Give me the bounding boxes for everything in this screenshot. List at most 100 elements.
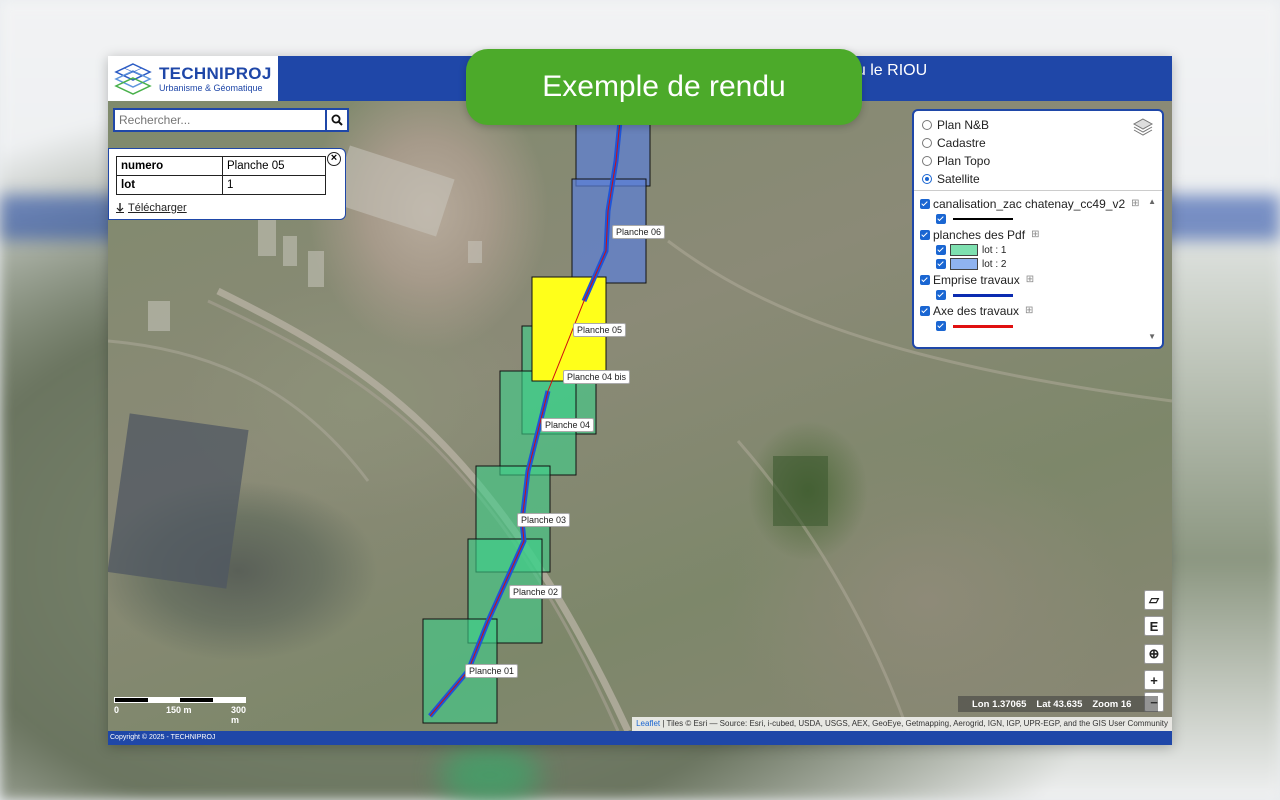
checkbox[interactable] <box>936 259 946 269</box>
planche-label[interactable]: Planche 02 <box>509 585 563 599</box>
settings-icon[interactable]: ⊞ <box>1031 229 1039 240</box>
radio-button[interactable] <box>922 138 932 148</box>
base-layer-label: Satellite <box>937 172 980 186</box>
legend-label: lot : 1 <box>982 244 1007 256</box>
settings-icon[interactable]: ⊞ <box>1131 198 1139 209</box>
search-input[interactable] <box>113 108 325 132</box>
scale-bar: 0 150 m 300 m <box>114 697 246 725</box>
checkbox[interactable] <box>936 245 946 255</box>
map-attribution: Leaflet | Tiles © Esri — Source: Esri, i… <box>632 717 1172 731</box>
feature-info-popup: numero Planche 05 lot 1 × Télécharger <box>108 148 346 220</box>
layers-icon[interactable] <box>1132 117 1154 137</box>
overlay-label: canalisation_zac chatenay_cc49_v2 <box>933 196 1126 211</box>
map-view[interactable]: Planche 06 Planche 05 Planche 04 bis Pla… <box>108 101 1172 731</box>
lat-label: Lat <box>1036 698 1051 710</box>
overlay-planches[interactable]: planches des Pdf ⊞ <box>920 226 1144 243</box>
checkbox[interactable] <box>936 214 946 224</box>
overlay-label: planches des Pdf <box>933 227 1026 242</box>
planche-label[interactable]: Planche 04 <box>541 418 595 432</box>
base-layer-label: Plan N&B <box>937 118 990 132</box>
legend-row: lot : 2 <box>920 257 1144 271</box>
table-row: numero Planche 05 <box>116 156 326 176</box>
base-layer-label: Plan Topo <box>937 154 991 168</box>
legend-swatch-lot1 <box>950 244 978 256</box>
measure-button[interactable]: ▱ <box>1144 590 1164 610</box>
legend-label: lot : 2 <box>982 258 1007 270</box>
locate-button[interactable]: ⊕ <box>1144 644 1164 664</box>
settings-icon[interactable]: ⊞ <box>1026 274 1034 285</box>
checkbox[interactable] <box>936 290 946 300</box>
copyright-text: Copyright © 2025 - TECHNIPROJ <box>110 734 216 741</box>
scale-tick: 150 m <box>166 705 192 715</box>
base-layer-list: Plan N&B Cadastre Plan Topo Satellite <box>914 111 1162 191</box>
base-layer-cadastre[interactable]: Cadastre <box>922 134 1154 152</box>
banner-text: Exemple de rendu <box>542 70 786 103</box>
checkbox[interactable] <box>920 229 930 240</box>
close-icon[interactable]: × <box>327 152 341 166</box>
legend-row <box>920 288 1144 302</box>
logo-subtitle: Urbanisme & Géomatique <box>159 82 263 93</box>
attribute-value: 1 <box>222 175 326 195</box>
leaflet-link[interactable]: Leaflet <box>636 719 660 728</box>
table-row: lot 1 <box>116 175 326 195</box>
legend-swatch-lot2 <box>950 258 978 270</box>
scale-track <box>114 697 246 703</box>
search-button[interactable] <box>325 108 349 132</box>
overlay-label: Axe des travaux <box>933 303 1020 318</box>
blurred-decoration <box>440 745 540 800</box>
app-window: TECHNIPROJ Urbanisme & Géomatique au le … <box>108 56 1172 745</box>
overlay-label: Emprise travaux <box>933 272 1020 287</box>
attribute-value: Planche 05 <box>222 156 326 176</box>
legend-row <box>920 212 1144 226</box>
search-icon <box>331 114 343 126</box>
layer-control-panel: Plan N&B Cadastre Plan Topo Satellite ca… <box>912 109 1164 349</box>
checkbox[interactable] <box>920 305 930 316</box>
attribution-text: | Tiles © Esri — Source: Esri, i-cubed, … <box>660 719 1168 728</box>
legend-line-blue <box>953 293 1013 297</box>
base-layer-label: Cadastre <box>937 136 986 150</box>
scale-tick: 300 m <box>231 705 247 725</box>
footer: Copyright © 2025 - TECHNIPROJ <box>108 731 1172 745</box>
edit-button[interactable]: E <box>1144 616 1164 636</box>
planche-label[interactable]: Planche 06 <box>612 225 666 239</box>
base-layer-plan-topo[interactable]: Plan Topo <box>922 152 1154 170</box>
radio-button-selected[interactable] <box>922 174 932 184</box>
legend-row <box>920 319 1144 333</box>
legend-row: lot : 1 <box>920 243 1144 257</box>
logo-title: TECHNIPROJ <box>159 63 272 83</box>
overlay-canalisation[interactable]: canalisation_zac chatenay_cc49_v2 ⊞ <box>920 195 1144 212</box>
checkbox[interactable] <box>920 274 930 285</box>
checkbox[interactable] <box>936 321 946 331</box>
scroll-down-icon[interactable]: ▼ <box>1148 332 1156 341</box>
attribute-key: lot <box>116 175 223 195</box>
zoom-value: 16 <box>1120 698 1132 710</box>
radio-button[interactable] <box>922 156 932 166</box>
settings-icon[interactable]: ⊞ <box>1025 305 1033 316</box>
scale-ticks: 0 150 m 300 m <box>114 705 246 725</box>
company-logo[interactable]: TECHNIPROJ Urbanisme & Géomatique <box>108 56 278 101</box>
planche-label[interactable]: Planche 04 bis <box>563 370 631 384</box>
logo-layers-icon <box>114 62 152 95</box>
feature-attributes-table: numero Planche 05 lot 1 <box>116 156 326 195</box>
base-layer-plan-nb[interactable]: Plan N&B <box>922 116 1154 134</box>
planche-label[interactable]: Planche 01 <box>465 664 519 678</box>
scroll-up-icon[interactable]: ▲ <box>1148 197 1156 206</box>
lon-value: 1.37065 <box>992 698 1027 710</box>
legend-line-black <box>953 218 1013 220</box>
download-label: Télécharger <box>128 202 187 214</box>
example-banner: Exemple de rendu <box>466 49 862 125</box>
zoom-label: Zoom <box>1092 698 1119 710</box>
base-layer-satellite[interactable]: Satellite <box>922 170 1154 188</box>
legend-line-red <box>953 324 1013 328</box>
radio-button[interactable] <box>922 120 932 130</box>
checkbox[interactable] <box>920 198 930 209</box>
planche-label[interactable]: Planche 05 <box>573 323 627 337</box>
overlay-axe[interactable]: Axe des travaux ⊞ <box>920 302 1144 319</box>
coordinate-readout: Lon 1.37065 Lat 43.635 Zoom 16 <box>958 696 1158 712</box>
search-bar <box>113 108 349 132</box>
planche-label[interactable]: Planche 03 <box>517 513 571 527</box>
download-link[interactable]: Télécharger <box>116 202 187 214</box>
attribute-key: numero <box>116 156 223 176</box>
zoom-in-button[interactable]: + <box>1144 670 1164 690</box>
overlay-emprise[interactable]: Emprise travaux ⊞ <box>920 271 1144 288</box>
